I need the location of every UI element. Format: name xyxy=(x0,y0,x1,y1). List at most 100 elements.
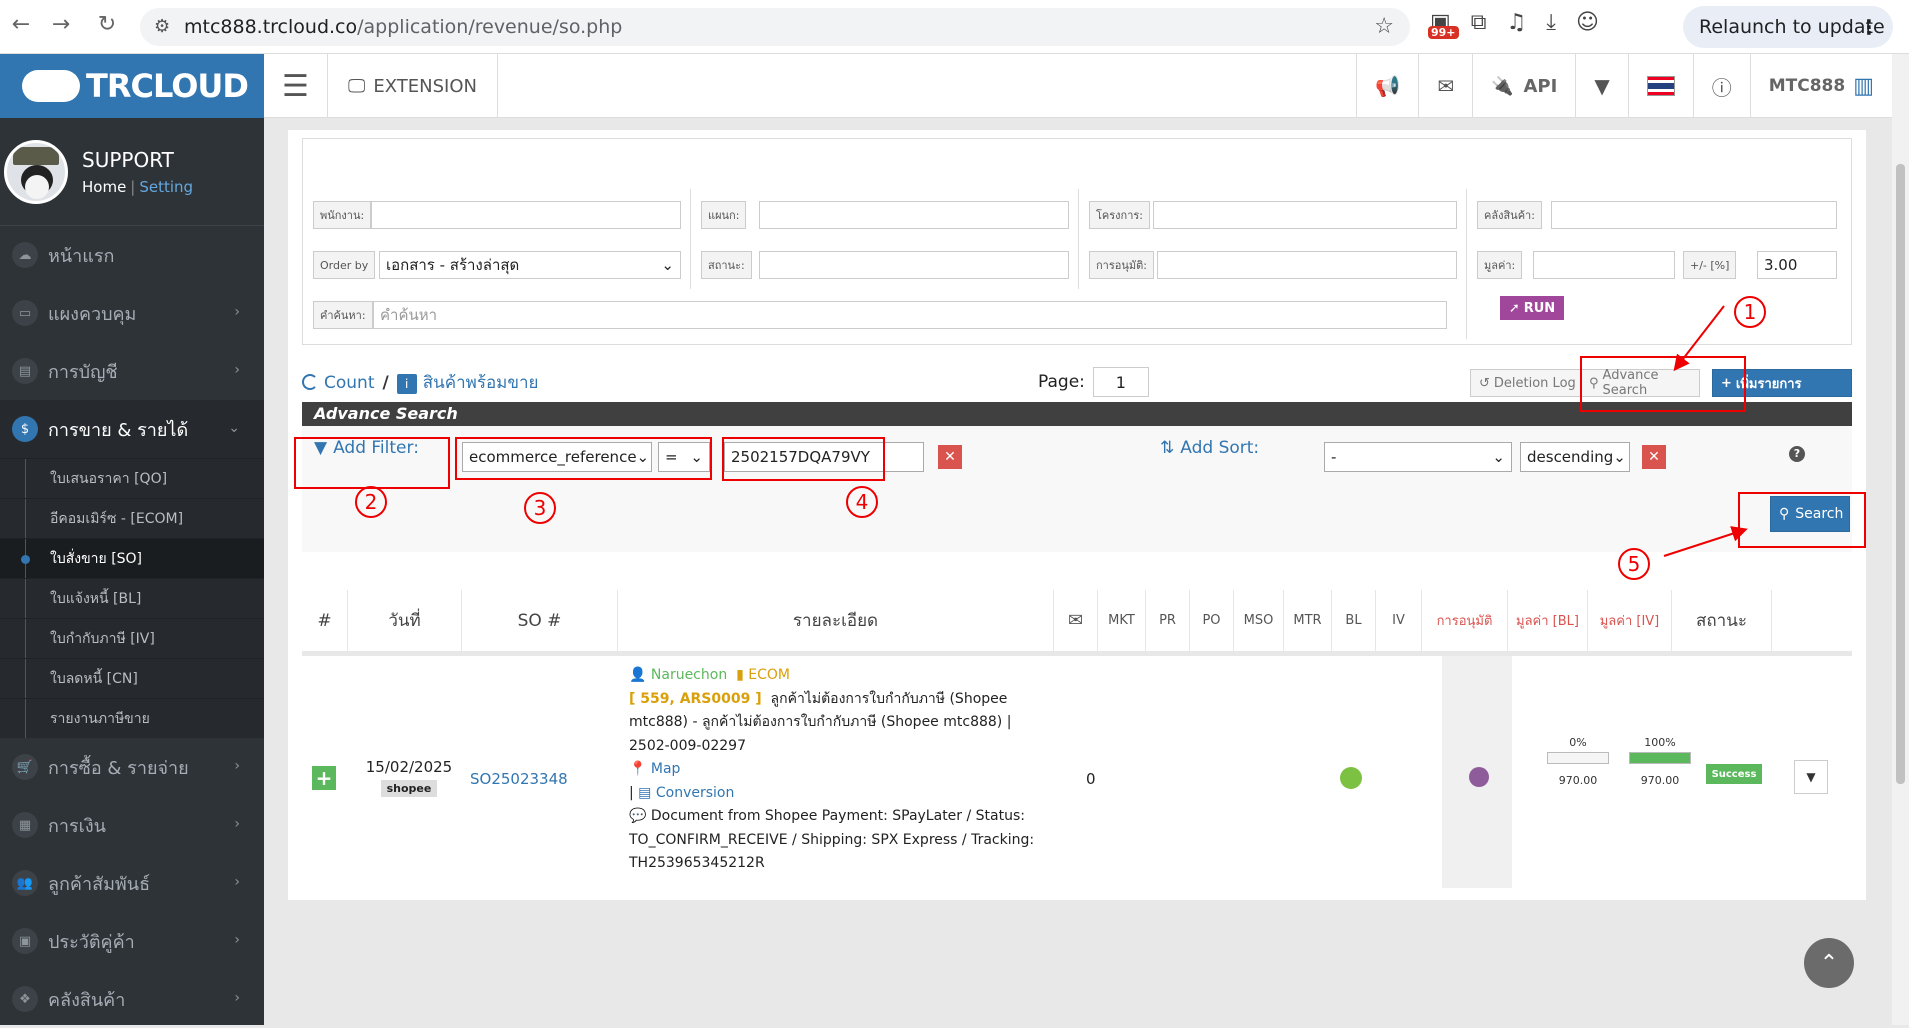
submenu-item-billing[interactable]: ใบแจ้งหนี้ [BL] xyxy=(0,578,264,618)
department-label: แผนก: xyxy=(701,201,747,229)
info-icon: i xyxy=(396,374,417,394)
status-input[interactable] xyxy=(759,251,1069,279)
caret-down-icon[interactable]: ▼ xyxy=(1575,54,1627,118)
col-mso: MSO xyxy=(1234,590,1284,651)
annotation-box-search xyxy=(1738,492,1866,548)
relaunch-button[interactable]: Relaunch to update ⋮ xyxy=(1683,6,1893,48)
help-question-icon[interactable]: ? xyxy=(1789,446,1805,462)
back-icon[interactable]: ← xyxy=(0,12,42,37)
submenu-item-credit-note[interactable]: ใบลดหนี้ [CN] xyxy=(0,658,264,698)
annotation-box-add-filter xyxy=(294,437,450,489)
avatar[interactable] xyxy=(4,139,68,204)
download-icon[interactable]: ⤓ xyxy=(1546,10,1556,35)
page-scrollbar[interactable] xyxy=(1892,54,1909,1025)
remove-sort-button[interactable]: ✕ xyxy=(1642,445,1666,469)
hamburger-menu-icon[interactable]: ☰ xyxy=(264,54,328,118)
ready-stock-link[interactable]: สินค้าพร้อมขาย xyxy=(423,373,539,393)
extensions-puzzle-icon[interactable]: ⧉ xyxy=(1471,10,1487,35)
add-sort-link[interactable]: ⇅ Add Sort: xyxy=(1160,438,1259,458)
so-number-link[interactable]: SO25023348 xyxy=(470,770,568,788)
run-button[interactable]: ➚ RUN xyxy=(1500,296,1564,320)
api-button[interactable]: 🔌 API xyxy=(1472,54,1575,118)
logo[interactable]: TRCLOUD xyxy=(0,54,264,118)
calendar-icon: ▦ xyxy=(12,812,38,838)
sort-direction-select[interactable]: descending ⌄ xyxy=(1520,442,1630,472)
map-link[interactable]: Map xyxy=(651,761,681,777)
sidebar-item-dashboard[interactable]: ▭ แผงควบคุม › xyxy=(0,284,264,342)
conversion-icon: ▤ xyxy=(638,784,652,801)
col-value-bl: มูลค่า [BL] xyxy=(1508,590,1588,651)
tolerance-label: +/- [%] xyxy=(1683,251,1737,279)
annotation-number: 2 xyxy=(355,486,387,518)
chevron-right-icon: › xyxy=(234,758,240,774)
setting-link[interactable]: Setting xyxy=(139,178,193,196)
annotation-number: 4 xyxy=(846,486,878,518)
users-icon: 👥 xyxy=(12,870,38,896)
home-link[interactable]: Home xyxy=(82,178,126,196)
project-input[interactable] xyxy=(1153,201,1457,229)
count-link[interactable]: Count / i สินค้าพร้อมขาย xyxy=(302,369,539,396)
channel-badge: shopee xyxy=(380,780,438,797)
monitor-icon: ▭ xyxy=(12,300,38,326)
tolerance-input[interactable]: 3.00 xyxy=(1757,251,1837,279)
submenu-item-sales-order[interactable]: ใบสั่งขาย [SO] xyxy=(0,538,264,578)
extension-button[interactable]: 🖵 EXTENSION xyxy=(328,54,498,118)
sidebar-item-home[interactable]: ☁ หน้าแรก xyxy=(0,226,264,284)
address-bar[interactable]: ⚙ mtc888.trcloud.co/application/revenue/… xyxy=(140,8,1410,46)
submenu-item-tax-invoice[interactable]: ใบกำกับภาษี [IV] xyxy=(0,618,264,658)
deletion-log-button[interactable]: ↺ Deletion Log xyxy=(1470,369,1585,397)
language-flag-button[interactable] xyxy=(1627,54,1693,118)
row-actions-dropdown[interactable]: ▼ xyxy=(1794,760,1828,794)
employee-input[interactable] xyxy=(371,201,681,229)
profile-icon[interactable]: ☺ xyxy=(1576,10,1599,35)
col-date[interactable]: วันที่ xyxy=(348,590,462,651)
company-menu[interactable]: MTC888 ▥ xyxy=(1749,54,1892,118)
value-input[interactable] xyxy=(1533,251,1675,279)
sidebar-item-crm[interactable]: 👥 ลูกค้าสัมพันธ์ › xyxy=(0,854,264,912)
col-so-number[interactable]: SO # xyxy=(462,590,618,651)
media-icon[interactable]: ♫ xyxy=(1507,10,1527,35)
help-icon[interactable]: ⓘ xyxy=(1692,54,1750,118)
extension-badge-icon[interactable]: ▣ 99+ xyxy=(1428,10,1459,39)
sidebar-item-purchasing[interactable]: 🛒 การซื้อ & รายจ่าย › xyxy=(0,738,264,796)
scroll-to-top-button[interactable]: ⌃ xyxy=(1804,938,1854,988)
sidebar-item-inventory[interactable]: ❖ คลังสินค้า › xyxy=(0,970,264,1028)
announcement-megaphone-icon[interactable]: 📢 xyxy=(1356,54,1418,118)
mail-icon[interactable]: ✉ xyxy=(1418,54,1472,118)
department-input[interactable] xyxy=(759,201,1069,229)
annotation-number: 3 xyxy=(524,492,556,524)
reload-icon[interactable]: ↻ xyxy=(86,12,128,37)
map-marker-icon: 📍 xyxy=(629,761,647,777)
monitor-icon: 🖵 xyxy=(348,75,366,97)
sidebar-item-sales[interactable]: $ การขาย & รายได้ ⌄ xyxy=(0,400,264,458)
page-input[interactable]: 1 xyxy=(1092,367,1149,397)
col-detail: รายละเอียด xyxy=(618,590,1054,651)
bookmark-star-icon[interactable]: ☆ xyxy=(1374,14,1394,39)
cloud-logo-icon xyxy=(22,70,80,102)
document-icon: ▮ xyxy=(736,667,744,683)
keyword-input[interactable]: คำค้นหา xyxy=(373,301,1447,329)
forward-icon[interactable]: → xyxy=(40,12,82,37)
employee-label: พนักงาน: xyxy=(313,201,372,229)
sort-field-select[interactable]: - ⌄ xyxy=(1324,442,1512,472)
warehouse-input[interactable] xyxy=(1551,201,1837,229)
sidebar-item-finance[interactable]: ▦ การเงิน › xyxy=(0,796,264,854)
approval-input[interactable] xyxy=(1157,251,1457,279)
menu-dots-icon[interactable]: ⋮ xyxy=(1859,15,1879,39)
sidebar-item-accounting[interactable]: ▤ การบัญชี › xyxy=(0,342,264,400)
expand-row-button[interactable]: + xyxy=(312,766,336,790)
salesperson-link[interactable]: Naruechon xyxy=(651,667,727,683)
site-info-icon[interactable]: ⚙ xyxy=(154,16,170,37)
cloud-icon: ☁ xyxy=(12,242,38,268)
submenu-item-ecommerce[interactable]: อีคอมเมิร์ซ - [ECOM] xyxy=(0,498,264,538)
submenu-item-quotation[interactable]: ใบเสนอราคา [QO] xyxy=(0,458,264,498)
conversion-link[interactable]: Conversion xyxy=(656,785,735,801)
submenu-item-sales-tax-report[interactable]: รายงานภาษีขาย xyxy=(0,698,264,738)
table-row: + 15/02/2025 shopee SO25023348 👤 Naruecho… xyxy=(302,656,1852,888)
annotation-box-filter-value xyxy=(722,437,885,481)
table-header: # วันที่ SO # รายละเอียด ✉ MKT PR PO MSO… xyxy=(302,590,1852,656)
remove-filter-button[interactable]: ✕ xyxy=(938,445,962,469)
document-note: Document from Shopee Payment: SPayLater … xyxy=(629,808,1035,871)
orderby-select[interactable]: เอกสาร - สร้างล่าสุด ⌄ xyxy=(379,251,681,279)
sidebar-item-partner-history[interactable]: ▣ ประวัติคู่ค้า › xyxy=(0,912,264,970)
